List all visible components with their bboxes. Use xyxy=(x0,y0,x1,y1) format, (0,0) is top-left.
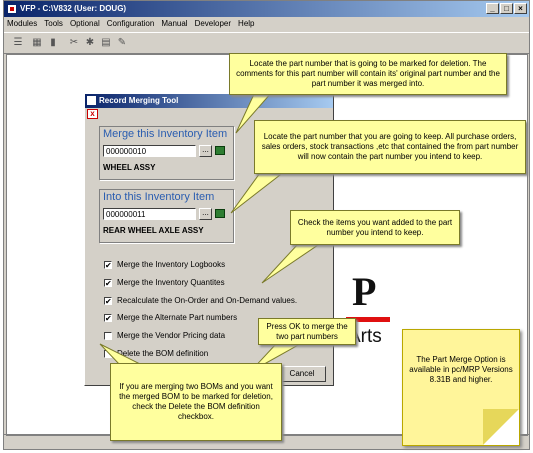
cancel-button[interactable]: Cancel xyxy=(278,366,326,382)
list-icon[interactable]: ☰ xyxy=(12,37,24,48)
checkbox-label: Merge the Alternate Part numbers xyxy=(117,313,238,322)
toolbar: ☰ ▦ ▮ ✂ ✱ ▤ ✎ xyxy=(4,32,529,54)
dialog-titlebar: Record Merging Tool xyxy=(85,94,333,108)
checkbox-label: Merge the Inventory Quantites xyxy=(117,278,225,287)
wrench-icon[interactable]: ✂ xyxy=(68,37,80,48)
menu-bar: Modules Tools Optional Configuration Man… xyxy=(4,17,529,31)
note-corner xyxy=(483,409,519,445)
merge-into-browse-button[interactable]: ... xyxy=(199,208,212,220)
menu-help[interactable]: Help xyxy=(238,17,254,31)
save-icon[interactable]: ▮ xyxy=(47,37,59,48)
merge-into-title: Into this Inventory Item xyxy=(103,191,215,203)
merge-from-title: Merge this Inventory Item xyxy=(103,128,228,140)
checkbox-box[interactable] xyxy=(104,349,112,358)
lookup-icon[interactable] xyxy=(215,209,225,218)
checkbox-delete-bom[interactable]: Delete the BOM definition xyxy=(104,348,208,359)
app-title: VFP - C:\V832 (User: DOUG) xyxy=(20,4,127,13)
checkbox-label: Merge the Inventory Logbooks xyxy=(117,260,226,269)
checkbox-box[interactable]: ✔ xyxy=(104,260,112,269)
checkbox-merge-alternate-parts[interactable]: ✔ Merge the Alternate Part numbers xyxy=(104,312,237,323)
gear-icon[interactable]: ✱ xyxy=(84,37,96,48)
menu-modules[interactable]: Modules xyxy=(7,17,37,31)
checkbox-box[interactable] xyxy=(104,331,112,340)
merge-from-browse-button[interactable]: ... xyxy=(199,145,212,157)
merge-from-group: Merge this Inventory Item 000000010 ... … xyxy=(99,126,234,180)
lookup-icon[interactable] xyxy=(215,146,225,155)
grid-icon[interactable]: ▦ xyxy=(31,37,43,48)
merge-from-part-field[interactable]: 000000010 xyxy=(103,145,196,157)
dialog-title: Record Merging Tool xyxy=(99,96,179,105)
dialog-close-button[interactable]: x xyxy=(87,109,98,119)
maximize-button[interactable]: □ xyxy=(500,3,513,14)
menu-tools[interactable]: Tools xyxy=(44,17,63,31)
app-icon xyxy=(7,4,17,14)
merge-into-description: REAR WHEEL AXLE ASSY xyxy=(103,226,204,235)
menu-configuration[interactable]: Configuration xyxy=(107,17,155,31)
sticky-note: The Part Merge Option is available in pc… xyxy=(402,329,520,446)
checkbox-merge-quantities[interactable]: ✔ Merge the Inventory Quantites xyxy=(104,277,225,288)
dialog-icon xyxy=(87,96,96,105)
checkbox-merge-logbooks[interactable]: ✔ Merge the Inventory Logbooks xyxy=(104,259,225,270)
callout-deletion: Locate the part number that is going to … xyxy=(229,53,507,95)
merge-from-description: WHEEL ASSY xyxy=(103,163,156,172)
menu-optional[interactable]: Optional xyxy=(70,17,100,31)
checkbox-box[interactable]: ✔ xyxy=(104,313,112,322)
menu-developer[interactable]: Developer xyxy=(195,17,231,31)
callout-press-ok: Press OK to merge the two part numbers xyxy=(258,318,356,345)
callout-check-items: Check the items you want added to the pa… xyxy=(290,210,460,245)
callout-bom: If you are merging two BOMs and you want… xyxy=(110,363,282,441)
checkbox-label: Recalculate the On-Order and On-Demand v… xyxy=(117,296,298,305)
checkbox-box[interactable]: ✔ xyxy=(104,296,112,305)
window-controls: _ □ × xyxy=(486,3,527,14)
menu-manual[interactable]: Manual xyxy=(161,17,187,31)
app-titlebar: VFP - C:\V832 (User: DOUG) _ □ × xyxy=(4,1,529,17)
close-button[interactable]: × xyxy=(514,3,527,14)
tools-icon[interactable]: ✎ xyxy=(116,37,128,48)
chart-icon[interactable]: ▤ xyxy=(100,37,112,48)
checkbox-merge-vendor-pricing[interactable]: Merge the Vendor Pricing data xyxy=(104,330,225,341)
checkbox-label: Merge the Vendor Pricing data xyxy=(117,331,226,340)
merge-into-part-field[interactable]: 000000011 xyxy=(103,208,196,220)
checkbox-box[interactable]: ✔ xyxy=(104,278,112,287)
checkbox-recalculate-values[interactable]: ✔ Recalculate the On-Order and On-Demand… xyxy=(104,295,297,306)
minimize-button[interactable]: _ xyxy=(486,3,499,14)
logo-letter: P xyxy=(352,269,377,314)
merge-into-group: Into this Inventory Item 000000011 ... R… xyxy=(99,189,234,243)
checkbox-label: Delete the BOM definition xyxy=(117,349,209,358)
note-text: The Part Merge Option is available in pc… xyxy=(409,355,513,384)
callout-keep: Locate the part number that you are goin… xyxy=(254,120,526,174)
